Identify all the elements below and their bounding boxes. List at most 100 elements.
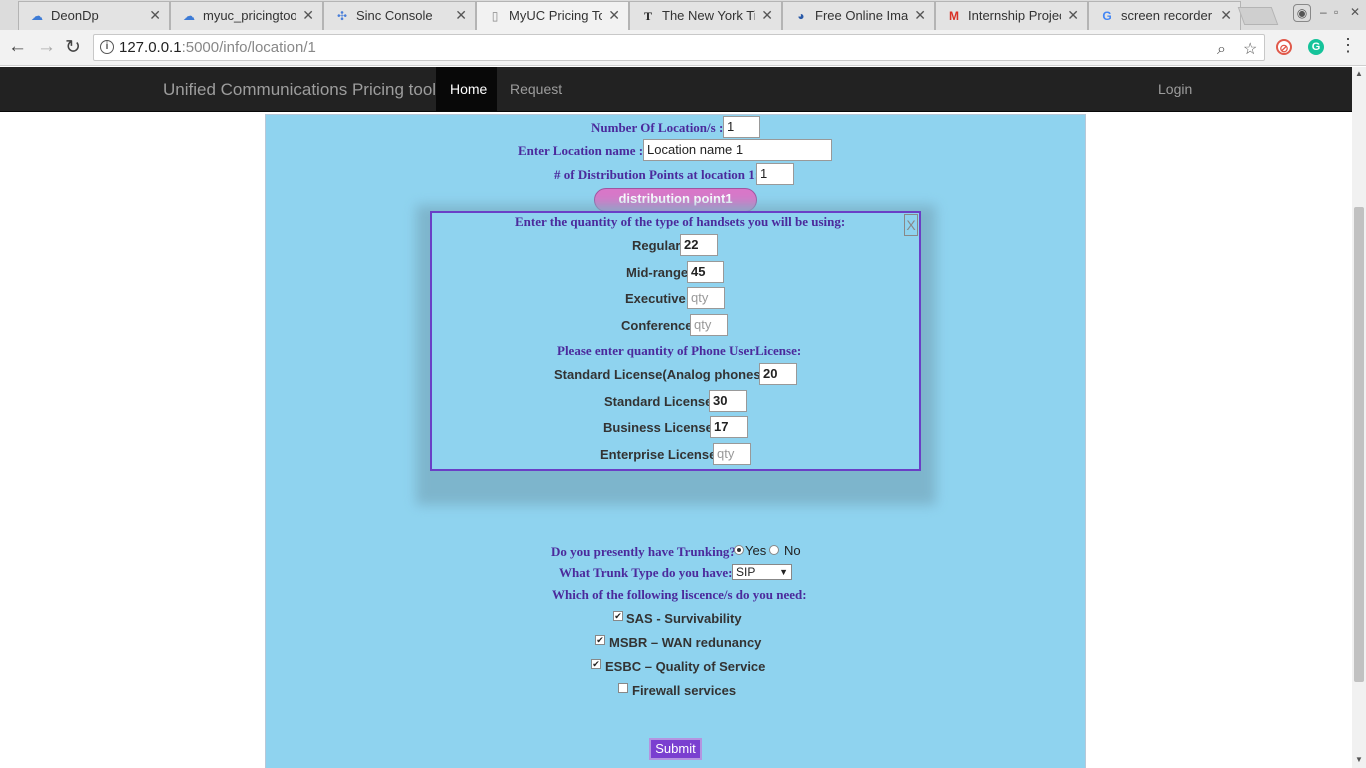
url-text: 127.0.0.1:5000/info/location/1	[119, 35, 316, 60]
google-icon: G	[1102, 9, 1112, 23]
close-tab-icon[interactable]: ✕	[1067, 7, 1079, 24]
minimize-icon[interactable]: –	[1320, 5, 1327, 19]
extension-block-icon[interactable]: ⊘	[1276, 39, 1292, 55]
tab-new-york-times[interactable]: T The New York Times ✕	[629, 1, 782, 30]
trunk-type-select[interactable]: SIP ▼	[732, 564, 792, 580]
trunking-no-label: No	[784, 543, 801, 558]
bookmark-star-icon[interactable]: ☆	[1243, 37, 1257, 62]
info-icon[interactable]: i	[100, 40, 114, 54]
msbr-checkbox[interactable]: ✔	[595, 635, 605, 645]
license-label-standard: Standard License	[604, 394, 713, 409]
licences-label: Which of the following liscence/s do you…	[552, 587, 807, 602]
trunk-type-label: What Trunk Type do you have:	[559, 565, 733, 580]
sas-checkbox[interactable]: ✔	[613, 611, 623, 621]
grammarly-icon[interactable]: G	[1308, 39, 1324, 55]
firewall-label: Firewall services	[632, 683, 737, 698]
esbc-label: ESBC – Quality of Service	[605, 659, 766, 674]
trunk-type-value: SIP	[736, 565, 756, 579]
url-host: 127.0.0.1	[119, 39, 182, 56]
handset-input-mid-range[interactable]: 45	[687, 261, 724, 283]
back-arrow-icon[interactable]: ←	[8, 36, 27, 58]
tab-deondp[interactable]: ☁ DeonDp ✕	[18, 1, 170, 30]
location-name-input[interactable]: Location name 1	[643, 139, 832, 161]
msbr-label: MSBR – WAN redunancy	[609, 635, 762, 650]
license-input-analog[interactable]: 20	[759, 363, 797, 385]
location-name-label: Enter Location name :	[518, 143, 644, 158]
site-brand[interactable]: Unified Communications Pricing tool	[163, 80, 436, 100]
tab-sinc-console[interactable]: ✣ Sinc Console ✕	[323, 1, 476, 30]
tab-title: MyUC Pricing Tool	[509, 8, 602, 23]
locations-label: Number Of Location/s :	[591, 120, 724, 135]
browser-toolbar: ← → ↻ i 127.0.0.1:5000/info/location/1 ⌕…	[0, 30, 1366, 66]
trunking-yes-label: Yes	[745, 543, 767, 558]
handset-label-conference: Conference	[621, 318, 693, 333]
page-scrollbar[interactable]: ▲ ▼	[1352, 67, 1366, 768]
tab-title: myuc_pricingtool	[203, 8, 296, 23]
distribution-points-label: # of Distribution Points at location 1:	[554, 167, 760, 182]
tab-internship-project[interactable]: M Internship Project ✕	[935, 1, 1088, 30]
sinc-icon: ✣	[336, 9, 348, 23]
gmail-icon: M	[949, 9, 959, 23]
trunking-no-radio[interactable]	[769, 545, 779, 555]
tab-title: screen recorder	[1121, 8, 1213, 23]
nav-request[interactable]: Request	[496, 67, 576, 111]
modal-close-button[interactable]: X	[904, 214, 918, 236]
nav-home[interactable]: Home	[436, 67, 497, 111]
license-label-business: Business License	[603, 420, 713, 435]
tab-title: Internship Project	[968, 8, 1061, 23]
scroll-thumb[interactable]	[1354, 207, 1364, 682]
tab-myuc-pricing-tool[interactable]: ▯ MyUC Pricing Tool ✕	[476, 1, 629, 31]
scroll-up-icon[interactable]: ▲	[1355, 69, 1363, 78]
tab-title: The New York Times	[662, 8, 755, 23]
address-bar[interactable]: i 127.0.0.1:5000/info/location/1 ⌕ ☆	[93, 34, 1265, 61]
close-tab-icon[interactable]: ✕	[149, 7, 161, 24]
license-input-enterprise[interactable]: qty	[713, 443, 751, 465]
new-tab-button[interactable]	[1237, 7, 1279, 25]
dropdown-arrow-icon: ▼	[779, 567, 788, 577]
forward-arrow-icon[interactable]: →	[37, 36, 56, 58]
tab-title: Free Online Image	[815, 8, 908, 23]
site-navbar: Unified Communications Pricing tool Home…	[0, 67, 1352, 112]
esbc-checkbox[interactable]: ✔	[591, 659, 601, 669]
close-tab-icon[interactable]: ✕	[1220, 7, 1232, 24]
profile-icon[interactable]: ◉	[1293, 4, 1311, 22]
handset-label-regular: Regular	[632, 238, 681, 253]
menu-kebab-icon[interactable]: ⋮	[1339, 35, 1357, 56]
close-tab-icon[interactable]: ✕	[608, 7, 620, 24]
close-tab-icon[interactable]: ✕	[302, 7, 314, 24]
handset-label-mid-range: Mid-range	[626, 265, 689, 280]
license-input-business[interactable]: 17	[710, 416, 748, 438]
zoom-icon[interactable]: ⌕	[1217, 37, 1226, 62]
license-label-analog: Standard License(Analog phones)	[554, 367, 765, 382]
license-heading: Please enter quantity of Phone UserLicen…	[557, 343, 802, 358]
tab-strip: ☁ DeonDp ✕ ☁ myuc_pricingtool ✕ ✣ Sinc C…	[0, 0, 1366, 31]
handset-input-regular[interactable]: 22	[680, 234, 718, 256]
tab-myuc-pricingtool[interactable]: ☁ myuc_pricingtool ✕	[170, 1, 323, 30]
close-tab-icon[interactable]: ✕	[455, 7, 467, 24]
image-site-icon: ◕	[797, 9, 805, 23]
maximize-icon[interactable]: ▫	[1334, 5, 1338, 19]
handset-input-executive[interactable]: qty	[687, 287, 725, 309]
page-viewport: Unified Communications Pricing tool Home…	[0, 67, 1352, 768]
handset-label-executive: Executive	[625, 291, 686, 306]
trunking-yes-radio[interactable]	[734, 545, 744, 555]
locations-input[interactable]: 1	[723, 116, 760, 138]
url-path: :5000/info/location/1	[181, 39, 316, 56]
tab-title: DeonDp	[51, 8, 99, 23]
cloud-icon: ☁	[31, 9, 43, 23]
distribution-points-input[interactable]: 1	[756, 163, 794, 185]
tab-screen-recorder[interactable]: G screen recorder ✕	[1088, 1, 1241, 30]
nav-login[interactable]: Login	[1144, 67, 1206, 111]
tab-free-online-image[interactable]: ◕ Free Online Image ✕	[782, 1, 935, 30]
form-panel: Number Of Location/s : 1 Enter Location …	[265, 114, 1086, 768]
reload-icon[interactable]: ↻	[65, 36, 81, 59]
close-tab-icon[interactable]: ✕	[761, 7, 773, 24]
scroll-down-icon[interactable]: ▼	[1355, 755, 1363, 764]
submit-button[interactable]: Submit	[649, 738, 702, 760]
close-tab-icon[interactable]: ✕	[914, 7, 926, 24]
license-input-standard[interactable]: 30	[709, 390, 747, 412]
handsets-heading: Enter the quantity of the type of handse…	[515, 214, 846, 229]
firewall-checkbox[interactable]	[618, 683, 628, 693]
close-window-icon[interactable]: ✕	[1350, 5, 1360, 19]
handset-input-conference[interactable]: qty	[690, 314, 728, 336]
